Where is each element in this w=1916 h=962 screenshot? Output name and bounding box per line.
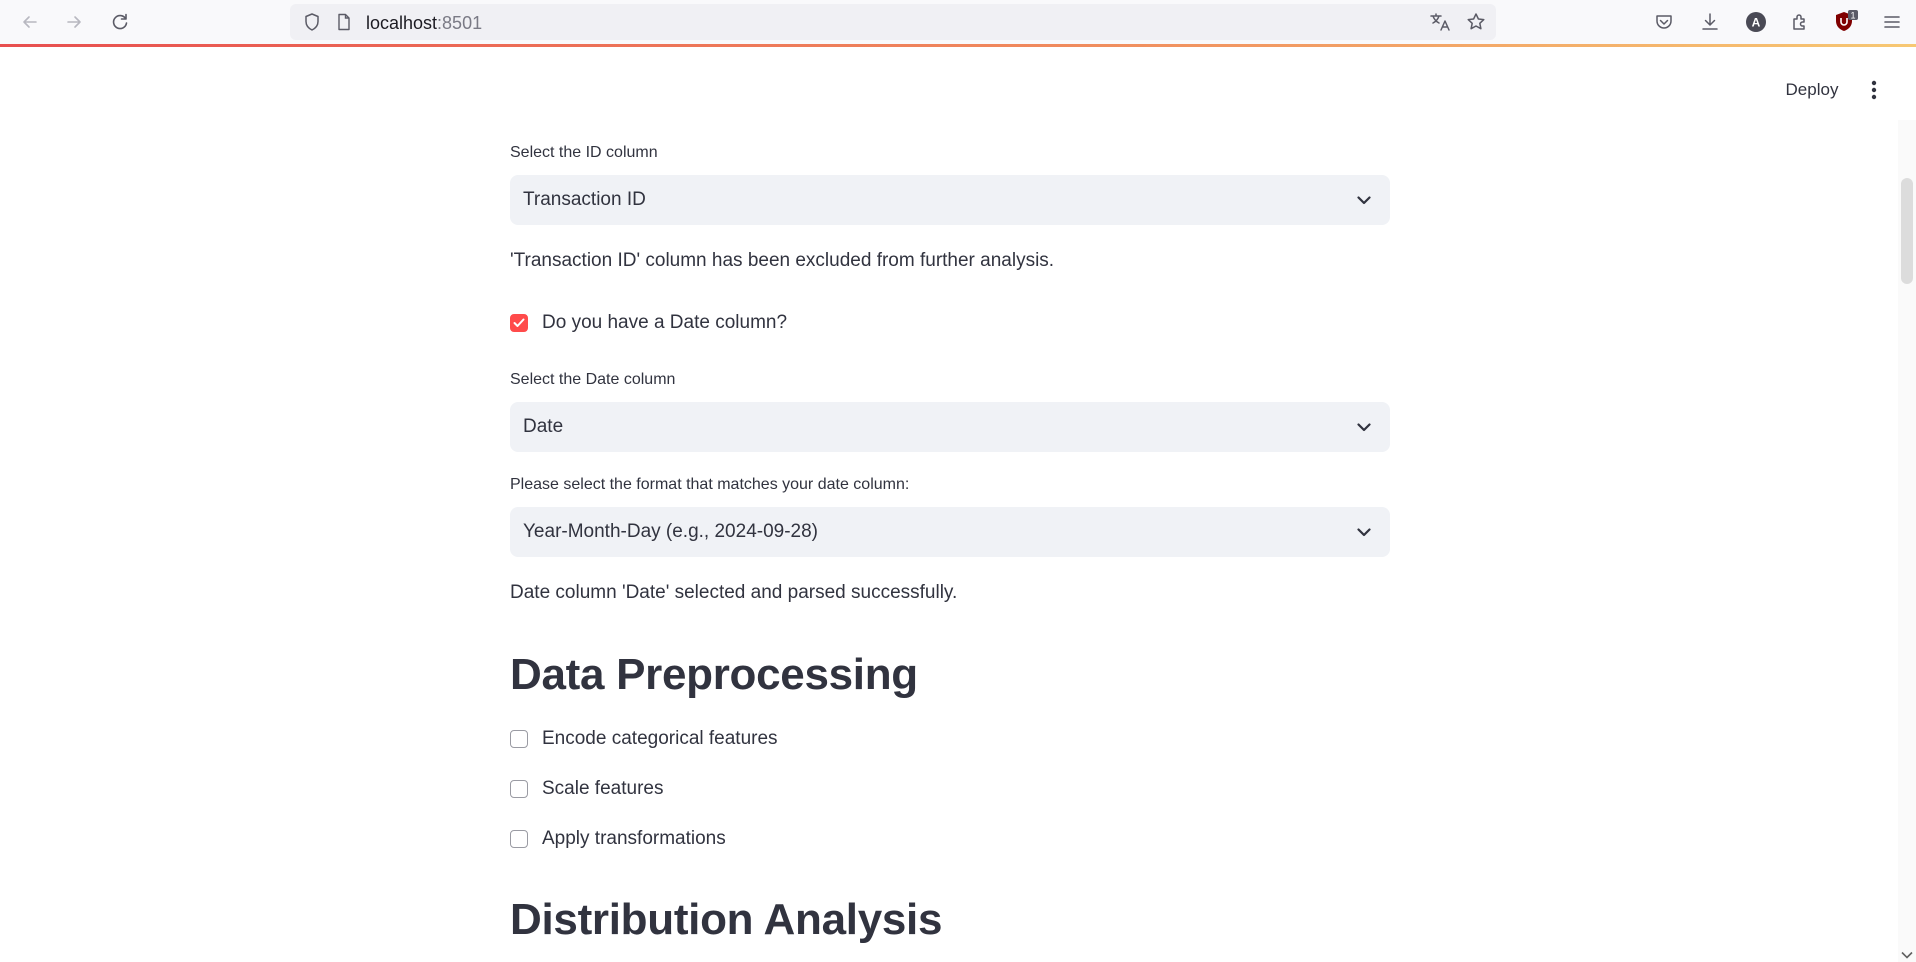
extensions-icon[interactable] — [1784, 6, 1816, 38]
id-excluded-message: 'Transaction ID' column has been exclude… — [510, 250, 1055, 271]
encode-categorical-checkbox[interactable]: Encode categorical features — [510, 726, 778, 752]
account-avatar-icon[interactable]: A — [1740, 6, 1772, 38]
url-host: localhost — [366, 13, 438, 33]
checkbox-label: Apply transformations — [542, 828, 726, 849]
scroll-down-arrow[interactable] — [1900, 948, 1914, 962]
pocket-icon[interactable] — [1648, 6, 1680, 38]
arrow-left-icon — [23, 16, 37, 28]
scale-features-checkbox[interactable]: Scale features — [510, 776, 663, 802]
distribution-heading: Distribution Analysis — [510, 895, 943, 944]
checkbox-box[interactable] — [510, 730, 528, 748]
translate-icon[interactable] — [1428, 10, 1452, 34]
checkbox-label: Scale features — [542, 778, 664, 799]
ublock-extension-icon[interactable]: 1 — [1830, 6, 1862, 38]
date-format-select[interactable]: Year-Month-Day (e.g., 2024-09-28) — [510, 507, 1390, 557]
chevron-down-icon — [1352, 188, 1376, 212]
apply-transformations-checkbox[interactable]: Apply transformations — [510, 826, 726, 852]
id-column-select[interactable]: Transaction ID — [510, 175, 1390, 225]
browser-toolbar: localhost:8501 A 1 — [0, 0, 1916, 45]
bookmark-star-icon[interactable] — [1464, 10, 1488, 34]
checkbox-label: Encode categorical features — [542, 728, 778, 749]
reload-button[interactable] — [104, 6, 136, 38]
date-parsed-message: Date column 'Date' selected and parsed s… — [510, 582, 958, 603]
preprocessing-heading: Data Preprocessing — [510, 650, 918, 699]
back-button[interactable] — [14, 6, 46, 38]
checkbox-box[interactable] — [510, 830, 528, 848]
arrow-right-icon — [67, 16, 81, 28]
address-bar[interactable]: localhost:8501 — [290, 4, 1496, 40]
url-text[interactable]: localhost:8501 — [366, 13, 482, 34]
forward-button[interactable] — [58, 6, 90, 38]
shield-icon[interactable] — [300, 10, 324, 34]
checkmark-icon — [513, 318, 525, 327]
id-select-value: Transaction ID — [523, 189, 646, 210]
chevron-down-icon — [1352, 520, 1376, 544]
id-select-label: Select the ID column — [510, 144, 658, 161]
format-select-value: Year-Month-Day (e.g., 2024-09-28) — [523, 521, 819, 542]
date-select-label: Select the Date column — [510, 371, 676, 388]
reload-icon — [112, 13, 128, 30]
date-column-select[interactable]: Date — [510, 402, 1390, 452]
date-checkbox-label: Do you have a Date column? — [542, 312, 788, 333]
app-menu-icon[interactable] — [1876, 6, 1908, 38]
checkbox-box[interactable] — [510, 780, 528, 798]
url-port: :8501 — [437, 13, 483, 33]
date-select-value: Date — [523, 416, 564, 437]
svg-text:A: A — [1752, 16, 1761, 30]
page-info-icon[interactable] — [332, 10, 356, 34]
format-select-label: Please select the format that matches yo… — [510, 476, 910, 493]
chevron-down-icon — [1901, 951, 1913, 959]
checkbox-box[interactable] — [510, 314, 528, 332]
scrollbar-thumb[interactable] — [1901, 178, 1913, 284]
kebab-menu-icon — [1871, 80, 1877, 100]
extension-badge: 1 — [1850, 11, 1855, 21]
main-menu-button[interactable] — [1860, 76, 1888, 104]
chevron-down-icon — [1352, 415, 1376, 439]
downloads-icon[interactable] — [1694, 6, 1726, 38]
date-column-checkbox[interactable]: Do you have a Date column? — [510, 310, 787, 336]
deploy-button[interactable]: Deploy — [1772, 76, 1852, 104]
page-load-progress — [0, 44, 1916, 47]
